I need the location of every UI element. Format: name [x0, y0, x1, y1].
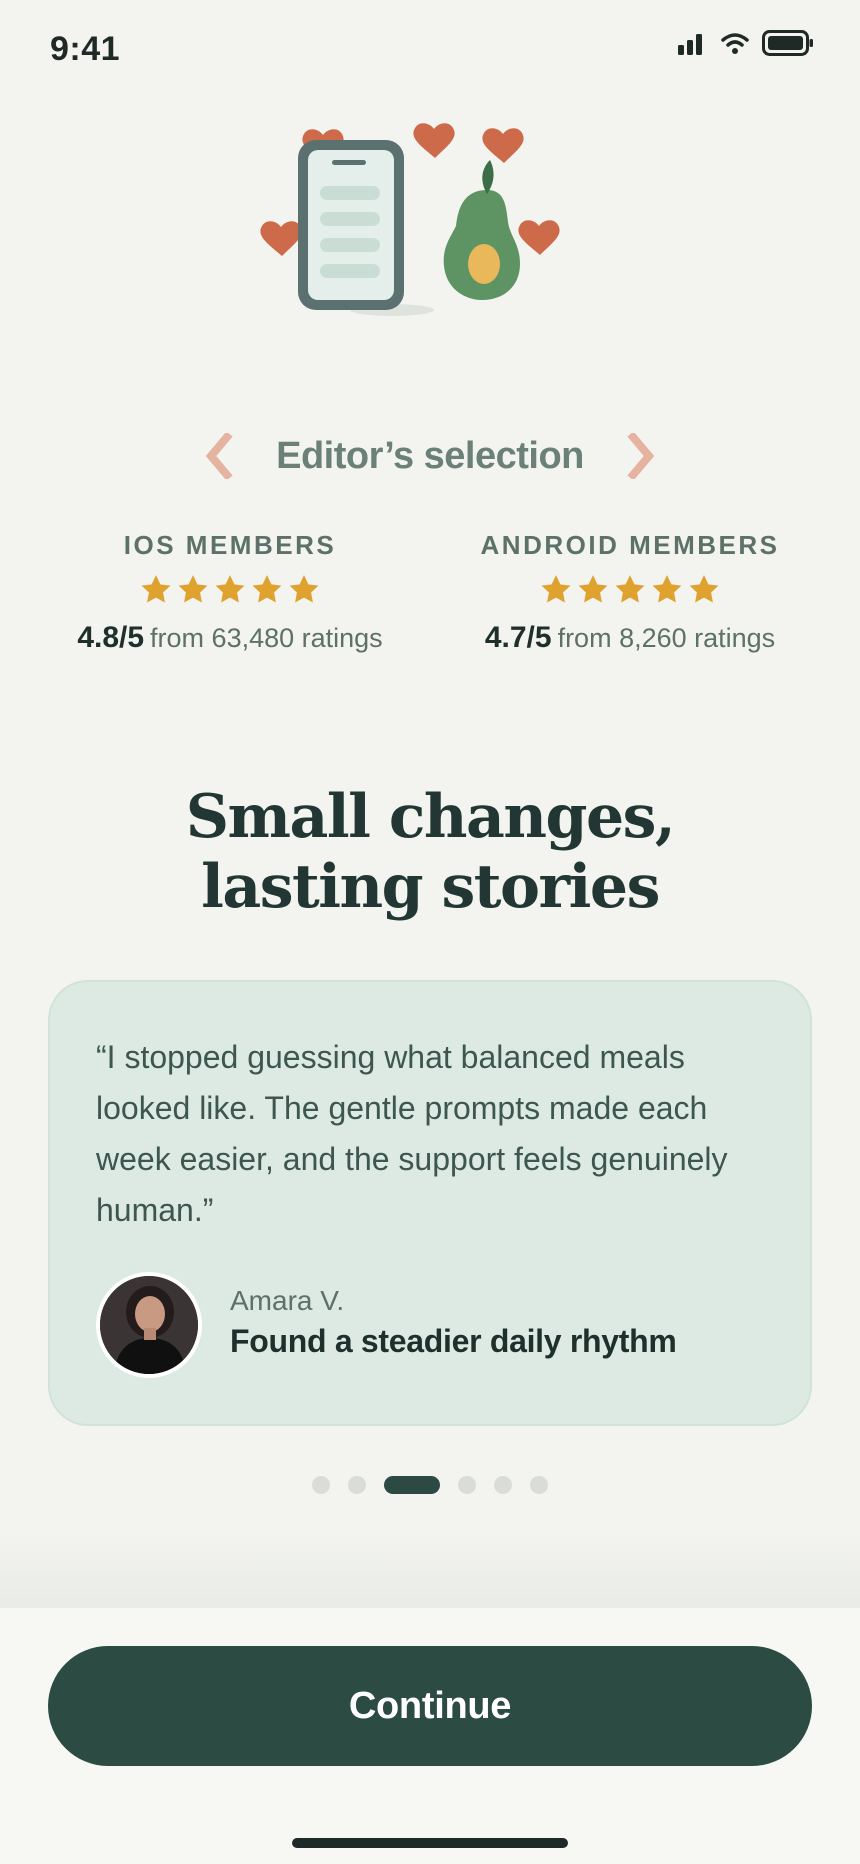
pager-dot[interactable]: [458, 1476, 476, 1494]
ios-star-rating: [139, 573, 321, 609]
star-icon: [652, 575, 682, 603]
author-result: Found a steadier daily rhythm: [230, 1322, 677, 1359]
star-icon: [289, 575, 319, 603]
android-rating-label: ANDROID MEMBERS: [480, 530, 780, 560]
star-icon: [252, 575, 282, 603]
star-icon: [689, 575, 719, 603]
testimonial-card[interactable]: “I stopped guessing what balanced meals …: [48, 980, 812, 1426]
battery-icon: [762, 30, 813, 56]
home-indicator[interactable]: [292, 1838, 568, 1848]
headline-line-1: Small changes,: [185, 782, 676, 852]
status-time: 9:41: [50, 30, 121, 68]
heart-icon: [518, 220, 560, 255]
android-star-rating: [539, 573, 721, 609]
star-icon: [141, 575, 171, 603]
phone-avocado-hearts-illustration: [260, 123, 560, 316]
android-rating-line: 4.7/5 from 8,260 ratings: [485, 621, 775, 655]
pager-dot[interactable]: [312, 1476, 330, 1494]
testimonial-author: Amara V. Found a steadier daily rhythm: [96, 1272, 677, 1378]
laurel-right-chevron-icon: [622, 431, 662, 481]
pager-dot[interactable]: [494, 1476, 512, 1494]
signal-icon: [678, 34, 702, 55]
star-icon: [615, 575, 645, 603]
ios-rating-label: IOS MEMBERS: [123, 530, 337, 560]
status-icons: [678, 30, 814, 56]
star-icon: [215, 575, 245, 603]
pager-dot[interactable]: [348, 1476, 366, 1494]
testimonial-quote: “I stopped guessing what balanced meals …: [96, 1039, 728, 1228]
heart-icon: [260, 221, 302, 256]
heart-icon: [413, 123, 455, 158]
ios-rating-detail: from 63,480 ratings: [150, 623, 383, 653]
android-rating-score: 4.7/5: [484, 621, 552, 654]
continue-button[interactable]: Continue: [48, 1646, 812, 1766]
page-headline: Small changes, lasting stories: [0, 782, 860, 922]
ios-rating-score: 4.8/5: [77, 621, 145, 654]
android-rating: ANDROID MEMBERS 4.7/5 from 8,260 ratings: [440, 530, 820, 655]
pager-dot-active[interactable]: [384, 1476, 440, 1494]
star-icon: [178, 575, 208, 603]
star-icon: [541, 575, 571, 603]
android-rating-detail: from 8,260 ratings: [557, 623, 776, 653]
avatar: [96, 1272, 202, 1378]
author-name: Amara V.: [230, 1284, 345, 1316]
status-bar: 9:41: [0, 0, 860, 100]
laurel-left-chevron-icon: [198, 431, 238, 481]
pager-dot[interactable]: [530, 1476, 548, 1494]
wifi-icon: [721, 33, 749, 54]
editor-selection-title: Editor’s selection: [276, 434, 584, 477]
ios-rating-line: 4.8/5 from 63,480 ratings: [77, 621, 382, 655]
editor-selection: Editor’s selection: [0, 426, 860, 486]
star-icon: [578, 575, 608, 603]
footer: Continue: [0, 1608, 860, 1864]
headline-line-2: lasting stories: [201, 852, 660, 922]
ios-rating: IOS MEMBERS 4.8/5 from 63,480 ratings: [30, 530, 430, 655]
heart-icon: [482, 128, 524, 163]
carousel-pager: [0, 1476, 860, 1494]
author-text: Amara V. Found a steadier daily rhythm: [230, 1285, 677, 1360]
footer-fade: [0, 1530, 860, 1610]
